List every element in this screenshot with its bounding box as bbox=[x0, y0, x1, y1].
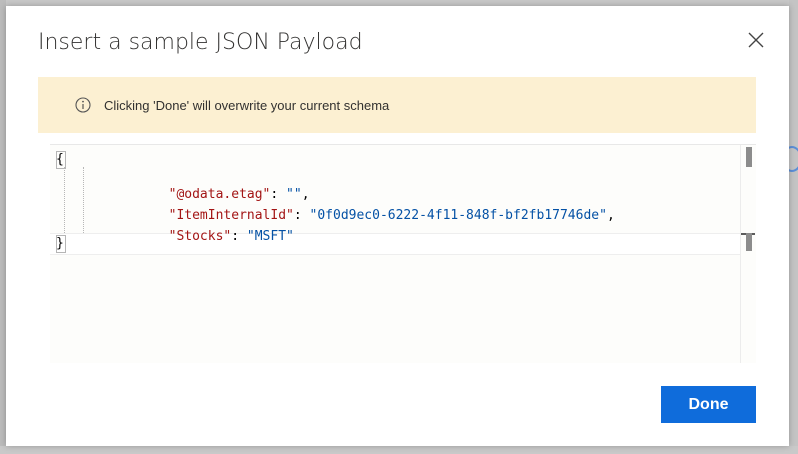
done-button[interactable]: Done bbox=[661, 386, 756, 423]
json-comma: , bbox=[606, 208, 615, 223]
json-value: "0f0d9ec0-6222-4f11-848f-bf2fb17746de" bbox=[309, 208, 607, 223]
insert-json-dialog: Insert a sample JSON Payload Clicking 'D… bbox=[6, 6, 789, 446]
json-key: "Stocks" bbox=[168, 229, 232, 244]
indent-guide bbox=[64, 167, 65, 233]
info-icon bbox=[75, 97, 91, 113]
scroll-thumb[interactable] bbox=[746, 147, 752, 167]
background-app-bottom bbox=[0, 446, 798, 454]
json-line: "Stocks": "MSFT" bbox=[106, 213, 294, 261]
json-separator: : bbox=[231, 229, 247, 244]
editor-text-area[interactable]: { "@odata.etag": "", "ItemInternalId": "… bbox=[50, 145, 756, 363]
dialog-title: Insert a sample JSON Payload bbox=[38, 30, 363, 55]
editor-scrollbar[interactable] bbox=[740, 145, 755, 363]
indent-guide bbox=[83, 167, 84, 233]
close-button[interactable] bbox=[744, 28, 768, 52]
warning-banner: Clicking 'Done' will overwrite your curr… bbox=[38, 77, 756, 133]
warning-text: Clicking 'Done' will overwrite your curr… bbox=[104, 97, 390, 113]
close-brace: } bbox=[56, 235, 66, 253]
json-value: "MSFT" bbox=[246, 229, 294, 244]
scroll-cursor-marker bbox=[746, 233, 752, 251]
json-separator: : bbox=[293, 208, 310, 223]
json-editor[interactable]: { "@odata.etag": "", "ItemInternalId": "… bbox=[50, 144, 756, 363]
background-app-right bbox=[789, 0, 798, 454]
close-icon bbox=[748, 32, 764, 48]
